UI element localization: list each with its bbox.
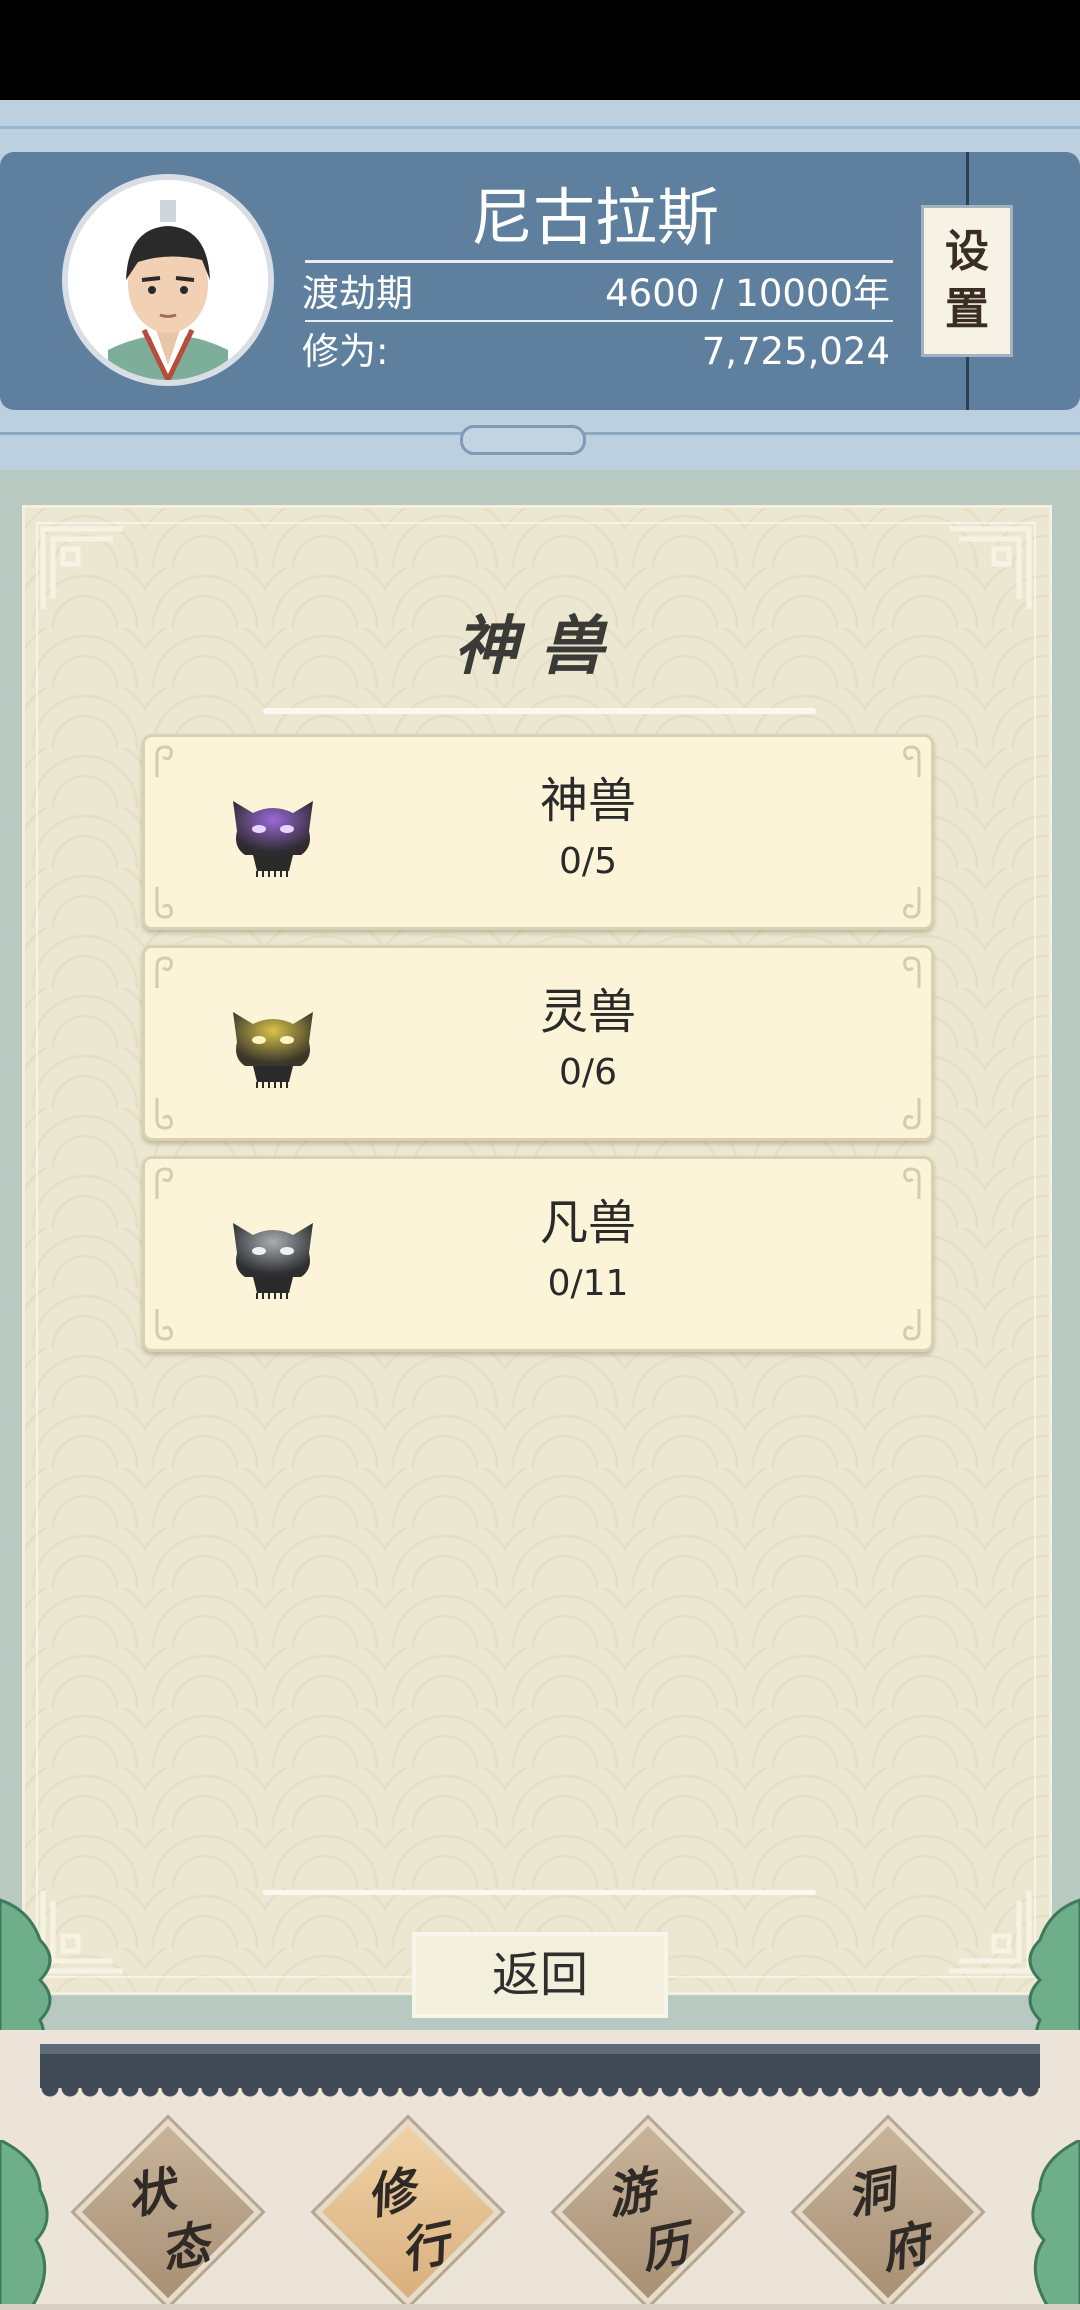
- beast-category-name: 凡兽: [539, 1195, 636, 1251]
- status-bar: [0, 0, 1080, 100]
- bottom-divider: [263, 1890, 816, 1895]
- nav-status[interactable]: 状 态: [74, 2118, 262, 2306]
- settings-label-char: 设: [945, 226, 989, 277]
- tree-decoration-icon: [1028, 1898, 1080, 2050]
- cultivation-label: 修为:: [302, 330, 389, 373]
- settings-label-char: 置: [945, 284, 989, 335]
- player-avatar[interactable]: [62, 174, 274, 386]
- beast-category-card[interactable]: 神兽 0/5: [142, 734, 934, 930]
- panel-title: 神兽: [454, 609, 626, 684]
- realm-label: 渡劫期: [302, 272, 413, 315]
- divider: [305, 260, 893, 263]
- corner-ornament-icon: [949, 526, 1032, 609]
- cultivation-value: 7,725,024: [701, 330, 890, 373]
- beast-category-card[interactable]: 灵兽 0/6: [142, 945, 934, 1141]
- nav-travel[interactable]: 游 历: [554, 2118, 742, 2306]
- beast-category-count: 0/6: [559, 1052, 617, 1093]
- beast-category-count: 0/11: [547, 1263, 629, 1304]
- title-divider: [263, 708, 816, 714]
- back-button[interactable]: 返回: [412, 1932, 668, 2018]
- corner-ornament-icon: [40, 526, 123, 609]
- header-ornament: [460, 425, 586, 455]
- lifespan-value: 4600 / 10000年: [605, 272, 890, 315]
- settings-button[interactable]: 设 置: [921, 205, 1013, 357]
- beast-category-name: 神兽: [539, 773, 636, 829]
- character-portrait-icon: [68, 180, 268, 380]
- divider: [305, 320, 893, 322]
- beast-category-count: 0/5: [559, 841, 617, 882]
- beast-category-card[interactable]: 凡兽 0/11: [142, 1156, 934, 1352]
- tree-decoration-icon: [1031, 2140, 1080, 2310]
- tree-decoration-icon: [0, 2140, 49, 2310]
- tree-decoration-icon: [0, 1898, 52, 2050]
- player-name: 尼古拉斯: [470, 181, 719, 254]
- nav-cave[interactable]: 洞 府: [794, 2118, 982, 2306]
- nav-cultivate[interactable]: 修 行: [314, 2118, 502, 2306]
- beast-category-name: 灵兽: [539, 984, 636, 1040]
- roof-decoration: [40, 2054, 1040, 2088]
